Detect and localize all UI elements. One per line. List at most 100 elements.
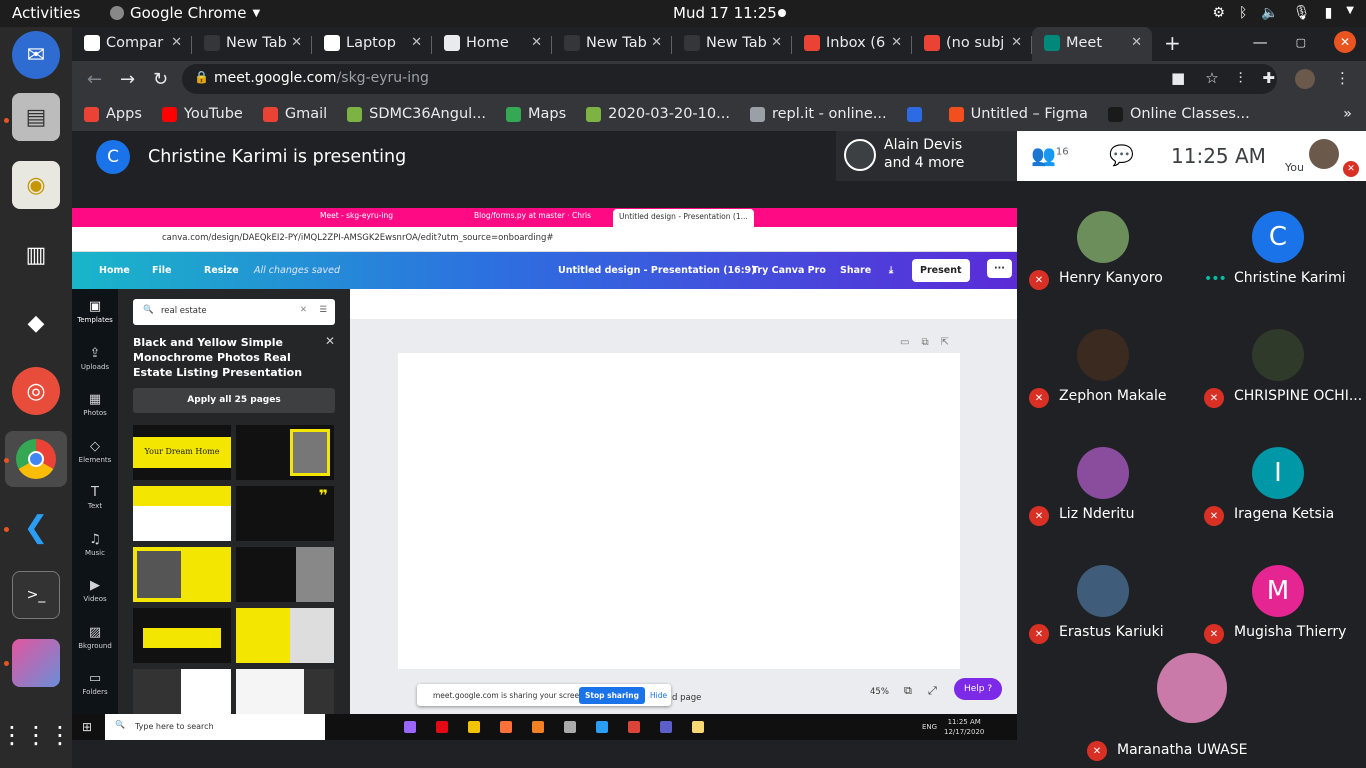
participant-tile[interactable]: ✕ Henry Kanyoro xyxy=(1017,181,1192,299)
canva-sidebar-label: Elements xyxy=(78,455,112,464)
close-tab-icon[interactable]: ✕ xyxy=(891,35,902,50)
taskbar-app-icon xyxy=(660,721,672,733)
close-tab-icon[interactable]: ✕ xyxy=(771,35,782,50)
taskbar-app-icon xyxy=(564,721,576,733)
bookmark-label: Untitled – Figma xyxy=(970,106,1088,122)
participant-tile[interactable]: C ••• Christine Karimi xyxy=(1192,181,1366,299)
vscode-icon[interactable]: ❮ xyxy=(12,503,60,551)
bookmarks-overflow-icon[interactable]: » xyxy=(1343,106,1352,122)
participant-tile[interactable]: ✕ Erastus Kariuki xyxy=(1017,535,1192,653)
participant-tile[interactable]: ✕ CHRISPINE OCHI... xyxy=(1192,299,1366,417)
canva-sidebar-item: ▶ Videos xyxy=(72,578,118,603)
screenshot-icon[interactable] xyxy=(12,639,60,687)
address-bar[interactable]: 🔒 meet.google.com/skg-eyru-ing xyxy=(182,64,1277,94)
thunderbird-icon[interactable]: ✉ xyxy=(12,31,60,79)
close-tab-icon[interactable]: ✕ xyxy=(1131,35,1142,50)
profile-avatar[interactable] xyxy=(1295,69,1315,89)
browser-tab[interactable]: Laptop ✕ xyxy=(312,27,432,61)
bookmark-item[interactable]: Apps xyxy=(84,106,142,122)
equalizer-icon[interactable]: ⫶ xyxy=(1239,69,1243,89)
activities-button[interactable]: Activities xyxy=(12,4,80,22)
close-tab-icon[interactable]: ✕ xyxy=(291,35,302,50)
bookmark-star-icon[interactable]: ☆ xyxy=(1205,69,1218,89)
help-icon[interactable]: ◎ xyxy=(12,367,60,415)
shared-screen: Meet - skg-eyru-ing Blog/forms.py at mas… xyxy=(72,208,1017,740)
reload-icon[interactable]: ↻ xyxy=(144,69,177,90)
forward-icon[interactable]: → xyxy=(111,69,144,90)
close-icon[interactable]: ✕ xyxy=(1334,31,1356,53)
browser-tab[interactable]: Home ✕ xyxy=(432,27,552,61)
people-icon: 👥 xyxy=(1031,143,1056,167)
people-button[interactable]: 👥16 xyxy=(1031,143,1069,167)
participant-tile[interactable]: M ✕ Mugisha Thierry xyxy=(1192,535,1366,653)
favicon-icon xyxy=(924,35,940,51)
terminal-icon[interactable]: >_ xyxy=(12,571,60,619)
bookmark-item[interactable]: SDMC36Angul... xyxy=(347,106,486,122)
browser-tab[interactable]: Compar ✕ xyxy=(72,27,192,61)
bookmarks-bar: Apps YouTube Gmail SDMC36Angul... Maps 2020-0… xyxy=(72,97,1366,131)
bookmark-label: Apps xyxy=(106,106,142,122)
toolbar-actions: ■ ☆ ⫶ ✚ ⋮ xyxy=(1171,69,1350,89)
camera-icon[interactable]: ■ xyxy=(1171,69,1185,89)
inkscape-icon[interactable]: ◆ xyxy=(12,299,60,347)
canva-sidebar-item: ♫ Music xyxy=(72,532,118,557)
close-tab-icon[interactable]: ✕ xyxy=(171,35,182,50)
taskbar-time: 11:25 AM xyxy=(947,718,981,726)
rhythmbox-icon[interactable]: ◉ xyxy=(12,161,60,209)
extensions-icon[interactable]: ✚ xyxy=(1262,69,1275,89)
canva-sidebar-icon: ♫ xyxy=(89,531,101,547)
bookmark-item[interactable]: Online Classes... xyxy=(1107,106,1250,122)
browser-tab[interactable]: (no subj ✕ xyxy=(912,27,1032,61)
app-grid-icon[interactable]: ⋮⋮⋮ xyxy=(0,711,72,759)
system-tray[interactable]: ⚙ ᛒ 🔈 🎙 ▮ ▼ xyxy=(1212,5,1354,21)
speakers-chip[interactable]: Alain Devis and 4 more xyxy=(836,131,1017,181)
participant-tile[interactable]: ✕ Zephon Makale xyxy=(1017,299,1192,417)
browser-tab[interactable]: Inbox (6 ✕ xyxy=(792,27,912,61)
chat-icon[interactable]: 💬 xyxy=(1109,143,1134,167)
close-tab-icon[interactable]: ✕ xyxy=(531,35,542,50)
hide-button: Hide xyxy=(650,691,668,700)
clock[interactable]: Mud 17 11:25 xyxy=(673,4,777,22)
clear-icon: ✕ xyxy=(299,305,307,315)
self-avatar[interactable] xyxy=(1309,139,1339,169)
browser-tab[interactable]: New Tab ✕ xyxy=(192,27,312,61)
files-icon[interactable]: ▤ xyxy=(12,93,60,141)
close-tab-icon[interactable]: ✕ xyxy=(1011,35,1022,50)
bookmark-item[interactable]: Untitled – Figma xyxy=(948,106,1088,122)
participant-tile[interactable]: ✕ Liz Nderitu xyxy=(1017,417,1192,535)
close-tab-icon[interactable]: ✕ xyxy=(651,35,662,50)
new-tab-icon[interactable]: + xyxy=(1152,27,1193,61)
browser-tab[interactable]: New Tab ✕ xyxy=(672,27,792,61)
canva-download-icon: ⤓ xyxy=(889,265,894,276)
toolbar: ← → ↻ 🔒 meet.google.com/skg-eyru-ing ■ ☆… xyxy=(72,61,1366,97)
canva-sidebar-icon: ◇ xyxy=(90,438,100,454)
bookmark-item[interactable]: 2020-03-20-10... xyxy=(586,106,730,122)
shared-address-bar: canva.com/design/DAEQkEI2-PY/iMQL2ZPI-AM… xyxy=(72,227,1017,252)
bookmark-item[interactable]: Gmail xyxy=(262,106,327,122)
bookmark-item[interactable] xyxy=(906,106,929,122)
participant-tile[interactable]: I ✕ Iragena Ketsia xyxy=(1192,417,1366,535)
back-icon[interactable]: ← xyxy=(78,69,111,90)
app-menu[interactable]: Google Chrome ▼ xyxy=(110,4,260,22)
bookmark-icon xyxy=(586,106,602,122)
close-tab-icon[interactable]: ✕ xyxy=(411,35,422,50)
mic-off-icon: ✕ xyxy=(1029,388,1049,408)
bookmark-item[interactable]: Maps xyxy=(506,106,566,122)
participant-tile[interactable]: ✕ Maranatha UWASE xyxy=(1017,653,1366,768)
sharing-text: meet.google.com is sharing your screen. xyxy=(433,691,587,700)
canva-sidebar-label: Text xyxy=(87,502,103,510)
mic-off-icon: ✕ xyxy=(1087,741,1107,761)
libreoffice-writer-icon[interactable]: ▥ xyxy=(12,231,60,279)
bookmark-label: repl.it - online... xyxy=(771,106,887,122)
canva-sidebar-label: Folders xyxy=(82,688,108,696)
participant-avatar: M xyxy=(1252,565,1304,617)
chrome-icon[interactable] xyxy=(5,431,67,487)
bookmark-item[interactable]: repl.it - online... xyxy=(749,106,887,122)
maximize-icon[interactable]: ▢ xyxy=(1296,36,1306,49)
browser-tab[interactable]: Meet ✕ xyxy=(1032,27,1152,61)
bookmark-item[interactable]: YouTube xyxy=(161,106,243,122)
menu-icon[interactable]: ⋮ xyxy=(1335,69,1350,89)
minimize-icon[interactable]: — xyxy=(1253,33,1268,51)
mic-off-icon: ✕ xyxy=(1343,161,1359,177)
browser-tab[interactable]: New Tab ✕ xyxy=(552,27,672,61)
